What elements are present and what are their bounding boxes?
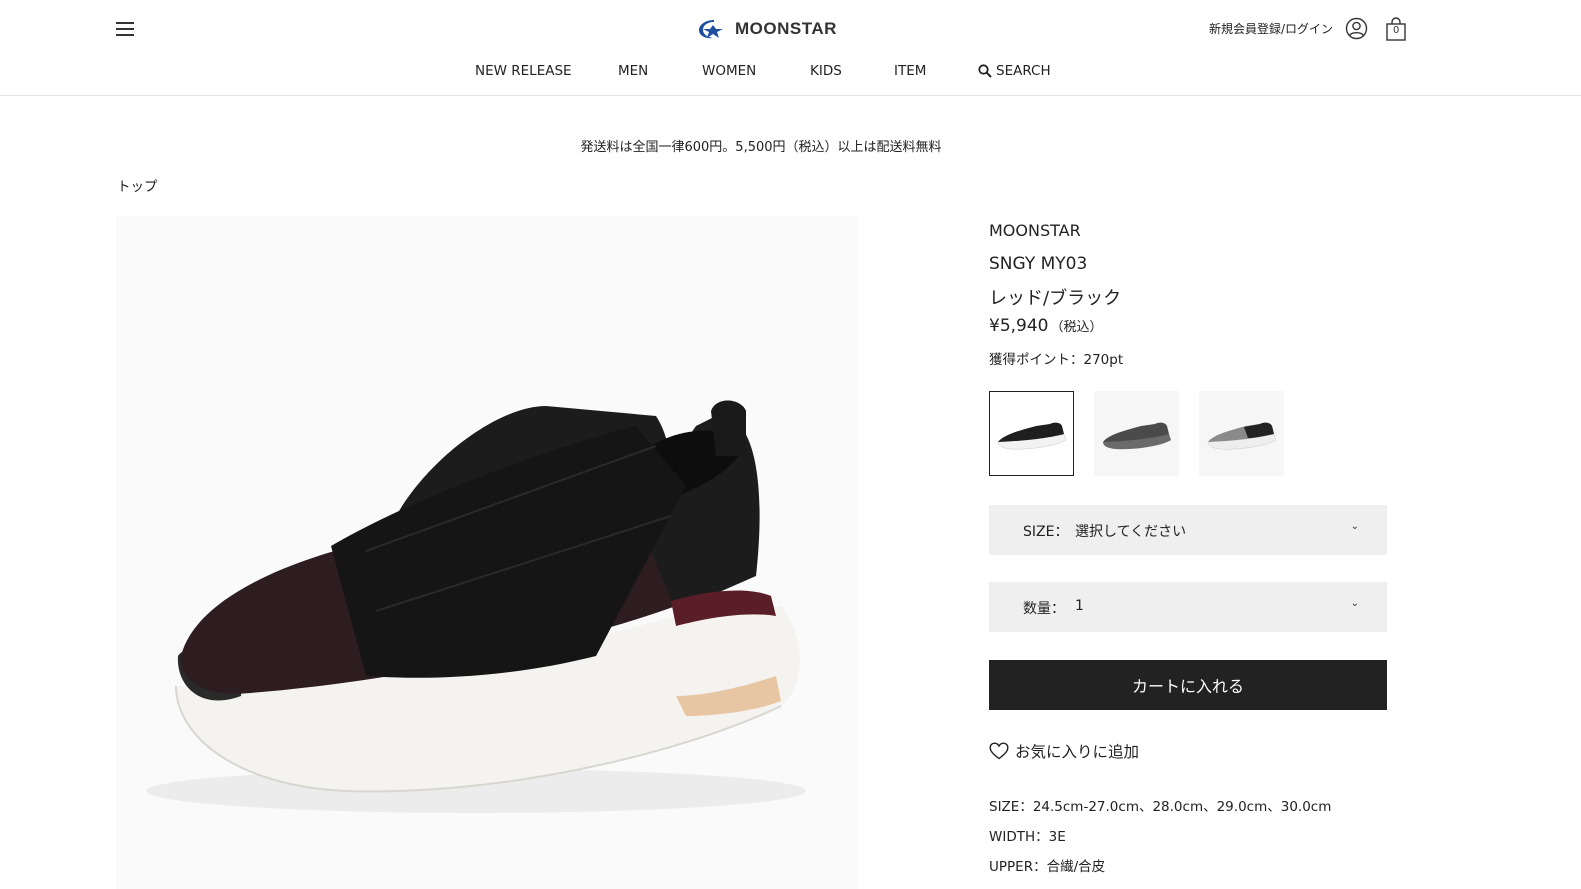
site-header: MOONSTAR 新規会員登録/ログイン 0 NEW RELEASE MEN W…	[0, 0, 1581, 96]
product-main-image[interactable]	[116, 216, 858, 889]
shoe-image	[146, 400, 806, 813]
login-link[interactable]: 新規会員登録/ログイン	[1209, 20, 1333, 37]
nav-new-release[interactable]: NEW RELEASE	[475, 63, 572, 79]
quantity-value: 1	[1075, 598, 1084, 614]
price-value: ¥5,940	[989, 316, 1049, 336]
spec-upper: UPPER：合繊/合皮	[989, 859, 1106, 875]
swatch-gray-black[interactable]	[1199, 391, 1284, 476]
price-tax: （税込）	[1050, 320, 1103, 335]
swatch-black-red[interactable]	[989, 391, 1074, 476]
add-to-cart-button[interactable]: カートに入れる	[989, 660, 1387, 710]
main-nav: NEW RELEASE MEN WOMEN KIDS ITEM SEARCH	[0, 60, 1581, 84]
product-price: ¥5,940 （税込）	[989, 316, 1103, 336]
quantity-label: 数量：	[1023, 601, 1065, 617]
nav-kids[interactable]: KIDS	[810, 63, 842, 79]
nav-men[interactable]: MEN	[618, 63, 648, 79]
swatch-shoe-image	[1207, 422, 1276, 449]
spec-width: WIDTH：3E	[989, 829, 1066, 845]
reward-points: 獲得ポイント：270pt	[989, 352, 1124, 368]
favorite-label: お気に入りに追加	[1015, 743, 1140, 761]
heart-icon	[989, 742, 1009, 760]
swatch-dark-gray[interactable]	[1094, 391, 1179, 476]
add-to-favorites-button[interactable]: お気に入りに追加	[989, 740, 1139, 762]
cart-icon[interactable]: 0	[1384, 16, 1408, 42]
shipping-notice: 発送料は全国一律600円。5,500円（税込）以上は配送料無料	[580, 140, 942, 155]
site-logo[interactable]: MOONSTAR	[697, 16, 837, 42]
nav-women[interactable]: WOMEN	[702, 63, 756, 79]
breadcrumb-top[interactable]: トップ	[117, 175, 158, 195]
product-model: SNGY MY03	[989, 254, 1088, 274]
product-brand: MOONSTAR	[989, 221, 1081, 240]
moonstar-logo-icon	[699, 20, 723, 39]
search-icon	[978, 64, 992, 78]
swatch-shoe-image	[997, 422, 1066, 449]
color-swatches	[989, 391, 1284, 477]
logo-text: MOONSTAR	[735, 19, 837, 38]
chevron-down-icon: ⌄	[1350, 598, 1359, 609]
size-select[interactable]: SIZE： 選択してください ⌄	[989, 505, 1387, 555]
size-value: 選択してください	[1075, 524, 1187, 540]
size-label: SIZE：	[1023, 524, 1069, 540]
product-color: レッド/ブラック	[989, 288, 1122, 309]
menu-icon[interactable]	[116, 20, 134, 36]
chevron-down-icon: ⌄	[1350, 521, 1359, 532]
nav-search[interactable]: SEARCH	[978, 63, 1051, 79]
swatch-shoe-image	[1102, 422, 1171, 449]
quantity-select[interactable]: 数量： 1 ⌄	[989, 582, 1387, 632]
cart-count: 0	[1393, 25, 1400, 36]
search-label: SEARCH	[996, 63, 1051, 79]
nav-item[interactable]: ITEM	[894, 63, 926, 79]
spec-size: SIZE：24.5cm-27.0cm、28.0cm、29.0cm、30.0cm	[989, 799, 1332, 815]
user-icon[interactable]	[1345, 17, 1368, 40]
